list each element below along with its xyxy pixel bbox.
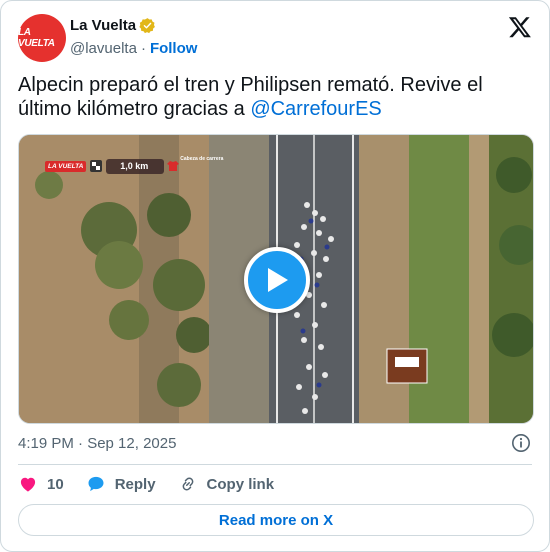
x-logo-icon[interactable] [508,15,532,39]
distance-remaining: Cabeza de carrera 1,0 km [106,156,223,174]
reply-button[interactable]: Reply [86,474,156,494]
like-button[interactable]: 10 [18,474,64,494]
checkered-flag-icon [90,160,103,172]
overlay-brand: LA VUELTA [45,160,87,172]
tweet-card: LA VUELTA La Vuelta @lavuelta · Follow Alp… [0,0,550,552]
copy-link-label: Copy link [206,475,275,493]
avatar[interactable]: LA VUELTA [18,14,66,62]
timestamp[interactable]: 4:19 PM · Sep 12, 2025 [18,435,176,452]
video-player[interactable]: LA VUELTA Cabeza de carrera 1,0 km [18,134,534,424]
display-name[interactable]: La Vuelta [70,17,136,34]
heart-icon [20,477,36,492]
play-button[interactable] [244,247,310,313]
display-name-row: La Vuelta [70,17,156,34]
reply-label: Reply [114,475,156,493]
play-icon [268,268,288,292]
handle-row: @lavuelta · Follow [70,40,197,57]
overlay-caption: Cabeza de carrera [180,155,224,162]
tweet-text: Alpecin preparó el tren y Philipsen rema… [18,73,518,121]
follow-button[interactable]: Follow [150,40,198,57]
read-more-button[interactable]: Read more on X [18,504,534,536]
info-icon[interactable] [511,433,531,453]
red-jersey-icon [167,161,180,171]
separator: · [140,40,146,57]
verified-badge-icon [139,18,156,34]
race-overlay: LA VUELTA Cabeza de carrera 1,0 km [45,156,223,175]
distance-value: 1,0 km [120,160,149,171]
link-icon [182,477,193,491]
divider [18,464,532,465]
action-bar: 10 Reply Copy link [18,473,296,495]
copy-link-button[interactable]: Copy link [178,474,275,494]
handle[interactable]: @lavuelta [70,40,137,57]
reply-bubble-icon [88,476,104,492]
avatar-logo-text: LA VUELTA [18,27,55,49]
like-count: 10 [47,475,64,493]
mention-link[interactable]: @CarrefourES [250,98,381,120]
